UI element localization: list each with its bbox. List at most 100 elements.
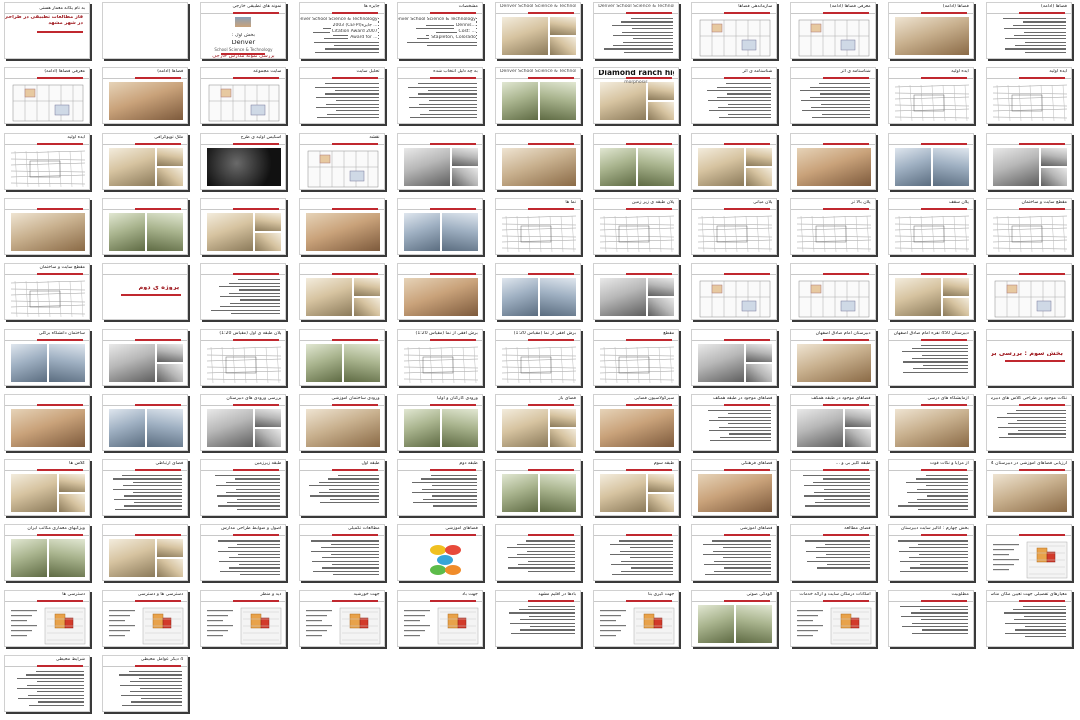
slide-thumbnail[interactable]: مقطع bbox=[593, 328, 680, 386]
slide-thumbnail[interactable] bbox=[986, 132, 1072, 190]
slide-thumbnail[interactable] bbox=[986, 263, 1072, 321]
slide-thumbnail[interactable] bbox=[298, 263, 385, 321]
slide-thumbnail[interactable] bbox=[593, 263, 680, 321]
slide-thumbnail[interactable]: جهت گیری بنا bbox=[593, 589, 680, 647]
slide-thumbnail[interactable]: فضاهای فرهنگی bbox=[691, 459, 778, 517]
slide-thumbnail[interactable]: پلان میانی bbox=[691, 197, 778, 255]
slide-thumbnail[interactable] bbox=[102, 328, 189, 386]
slide-thumbnail[interactable]: طبقه اول bbox=[298, 459, 385, 517]
slide-thumbnail[interactable]: 4 دیگر عوامل محیطی bbox=[102, 655, 189, 712]
slide-thumbnail[interactable]: دبیرستان امام صادق اصفهان bbox=[789, 328, 876, 386]
slide-thumbnail[interactable]: نما ها bbox=[495, 197, 581, 255]
slide-thumbnail[interactable]: Denver School Science & Technology bbox=[495, 67, 581, 125]
slide-thumbnail[interactable]: برش افقی از نما (مقیاس 1:20) bbox=[396, 328, 483, 386]
slide-thumbnail[interactable]: دسترسی ها bbox=[4, 589, 90, 647]
slide-thumbnail[interactable] bbox=[691, 328, 778, 386]
slide-thumbnail[interactable]: از مزایا و نکات قوت bbox=[887, 459, 974, 517]
slide-thumbnail[interactable] bbox=[4, 197, 90, 255]
slide-thumbnail[interactable]: جهت خورشید bbox=[298, 589, 385, 647]
slide-thumbnail[interactable]: به نام یگانه معمار هستی فاز مطالعات تطبیق… bbox=[4, 2, 90, 59]
slide-thumbnail[interactable]: فضاهای موجود در طبقه همکف bbox=[789, 393, 876, 451]
slide-thumbnail[interactable]: ساختمان دانشگاه برکلی bbox=[4, 328, 90, 386]
slide-thumbnail[interactable] bbox=[495, 459, 581, 517]
slide-thumbnail[interactable]: معرفی فضاها (ادامه) bbox=[4, 67, 90, 125]
slide-thumbnail[interactable] bbox=[495, 132, 581, 190]
slide-thumbnail[interactable]: شرایط محیطی bbox=[4, 655, 90, 712]
slide-thumbnail[interactable]: برش افقی از نما (مقیاس 1:20) bbox=[495, 328, 581, 386]
slide-thumbnail[interactable] bbox=[691, 132, 778, 190]
slide-thumbnail[interactable]: Denver School Science & Technology bbox=[593, 2, 680, 59]
slide-thumbnail[interactable]: سازماندهی فضاها bbox=[691, 2, 778, 59]
slide-thumbnail[interactable]: جایزه ها Denver School Science & Technolo… bbox=[298, 2, 385, 59]
slide-thumbnail[interactable] bbox=[4, 393, 90, 451]
slide-thumbnail[interactable] bbox=[495, 263, 581, 321]
slide-thumbnail[interactable]: ملک توپوگرافی bbox=[102, 132, 189, 190]
slide-thumbnail[interactable]: دسترسی ها و دسترسی bbox=[102, 589, 189, 647]
slide-thumbnail[interactable]: ورودی ساختمان آموزشی bbox=[298, 393, 385, 451]
slide-thumbnail[interactable]: فضاهای آموزشی bbox=[691, 524, 778, 582]
slide-thumbnail[interactable] bbox=[789, 132, 876, 190]
slide-thumbnail[interactable]: فضاها (ادامه) bbox=[887, 2, 974, 59]
slide-thumbnail[interactable] bbox=[102, 393, 189, 451]
slide-thumbnail[interactable]: ایده اولیه bbox=[887, 67, 974, 125]
slide-thumbnail[interactable]: فضاها (ادامه) bbox=[102, 67, 189, 125]
slide-thumbnail[interactable]: آلودگی صوتی bbox=[691, 589, 778, 647]
slide-thumbnail[interactable]: مطالعات تکمیلی bbox=[298, 524, 385, 582]
slide-thumbnail[interactable]: امکانات درمکان سایت و ارائه خدمات bbox=[789, 589, 876, 647]
slide-thumbnail[interactable]: نقشه bbox=[298, 132, 385, 190]
slide-thumbnail[interactable]: سیرکولاسیون فضایی bbox=[593, 393, 680, 451]
slide-thumbnail[interactable]: شناسنامه ی اثر bbox=[691, 67, 778, 125]
slide-thumbnail[interactable]: فضاها (ادامه) bbox=[986, 2, 1072, 59]
slide-thumbnail[interactable]: بخش چهارم : آنالیز سایت دبیرستان bbox=[887, 524, 974, 582]
slide-thumbnail[interactable] bbox=[396, 132, 483, 190]
slide-thumbnail[interactable]: شناسنامه ی اثر bbox=[789, 67, 876, 125]
slide-thumbnail[interactable]: بادها در اقلیم مشهد bbox=[495, 589, 581, 647]
slide-thumbnail[interactable]: آزمایشگاه های درسی bbox=[887, 393, 974, 451]
slide-thumbnail[interactable]: فضاهای آموزشی bbox=[396, 524, 483, 582]
slide-thumbnail[interactable]: طبقه زیرزمین bbox=[200, 459, 287, 517]
slide-thumbnail[interactable]: مقطع سایت و ساختمان bbox=[4, 263, 90, 321]
slide-thumbnail[interactable]: کلاس ها bbox=[4, 459, 90, 517]
slide-thumbnail[interactable]: ایده اولیه bbox=[4, 132, 90, 190]
slide-thumbnail[interactable] bbox=[396, 263, 483, 321]
slide-thumbnail[interactable] bbox=[102, 197, 189, 255]
slide-thumbnail[interactable] bbox=[298, 197, 385, 255]
slide-thumbnail[interactable]: مقطع سایت و ساختمان bbox=[986, 197, 1072, 255]
slide-thumbnail[interactable]: فضای ارتباطی bbox=[102, 459, 189, 517]
slide-thumbnail[interactable]: پلان طبقه ی زیر زمین bbox=[593, 197, 680, 255]
slide-thumbnail[interactable]: Diamond ranch high school morphosis bbox=[593, 67, 680, 125]
slide-thumbnail[interactable]: سایت مجموعه bbox=[200, 67, 287, 125]
slide-thumbnail[interactable] bbox=[986, 524, 1072, 582]
slide-thumbnail[interactable]: بخش سوم : بررسی برخی از مدارس داخلی ایرا… bbox=[986, 328, 1072, 386]
slide-thumbnail[interactable] bbox=[789, 263, 876, 321]
slide-thumbnail[interactable] bbox=[396, 197, 483, 255]
slide-thumbnail[interactable]: معیارهای تفصیلی جهت تعیین مکان مناسب برا… bbox=[986, 589, 1072, 647]
slide-thumbnail[interactable]: اصول و ضوابط طراحی مدارس bbox=[200, 524, 287, 582]
slide-thumbnail[interactable]: تحلیل سایت bbox=[298, 67, 385, 125]
slide-thumbnail[interactable]: ارزیابی فضاهای آموزشی در دبیرستان 4 طبقه bbox=[986, 459, 1072, 517]
slide-thumbnail[interactable]: معرفی فضاها (ادامه) bbox=[789, 2, 876, 59]
slide-thumbnail[interactable] bbox=[102, 524, 189, 582]
slide-thumbnail[interactable]: ویژگیهای معماری مکاتب ایران bbox=[4, 524, 90, 582]
slide-thumbnail[interactable]: طبقه دوم bbox=[396, 459, 483, 517]
slide-thumbnail[interactable] bbox=[887, 263, 974, 321]
slide-thumbnail[interactable]: پلان بالا تر bbox=[789, 197, 876, 255]
slide-thumbnail[interactable] bbox=[102, 2, 189, 59]
slide-thumbnail[interactable]: پلان طبقه ی اول (مقیاس 1:20) bbox=[200, 328, 287, 386]
slide-thumbnail[interactable]: ایده اولیه bbox=[986, 67, 1072, 125]
slide-thumbnail[interactable] bbox=[887, 132, 974, 190]
slide-thumbnail[interactable]: پروژه ی دوم bbox=[102, 263, 189, 321]
slide-thumbnail[interactable]: به چه دلیل انتخاب شده bbox=[396, 67, 483, 125]
slide-thumbnail[interactable]: ورودی کارکنان و اولیا bbox=[396, 393, 483, 451]
slide-thumbnail[interactable]: مطلوبیت bbox=[887, 589, 974, 647]
slide-thumbnail[interactable] bbox=[593, 524, 680, 582]
slide-thumbnail[interactable]: طبقه سوم bbox=[593, 459, 680, 517]
slide-thumbnail[interactable] bbox=[200, 263, 287, 321]
slide-thumbnail[interactable]: بررسی ورودی های دبیرستان bbox=[200, 393, 287, 451]
slide-thumbnail[interactable]: طبقه گلیز بی و ... bbox=[789, 459, 876, 517]
slide-thumbnail[interactable]: دید و منظر bbox=[200, 589, 287, 647]
slide-thumbnail[interactable]: فضای باز bbox=[495, 393, 581, 451]
slide-thumbnail[interactable]: نمونه های تطبیقی خارجی بخش اول : Denver Sch… bbox=[200, 2, 287, 59]
slide-thumbnail[interactable]: دبیرستان 450 نفره امام صادق اصفهان bbox=[887, 328, 974, 386]
slide-thumbnail[interactable] bbox=[200, 197, 287, 255]
